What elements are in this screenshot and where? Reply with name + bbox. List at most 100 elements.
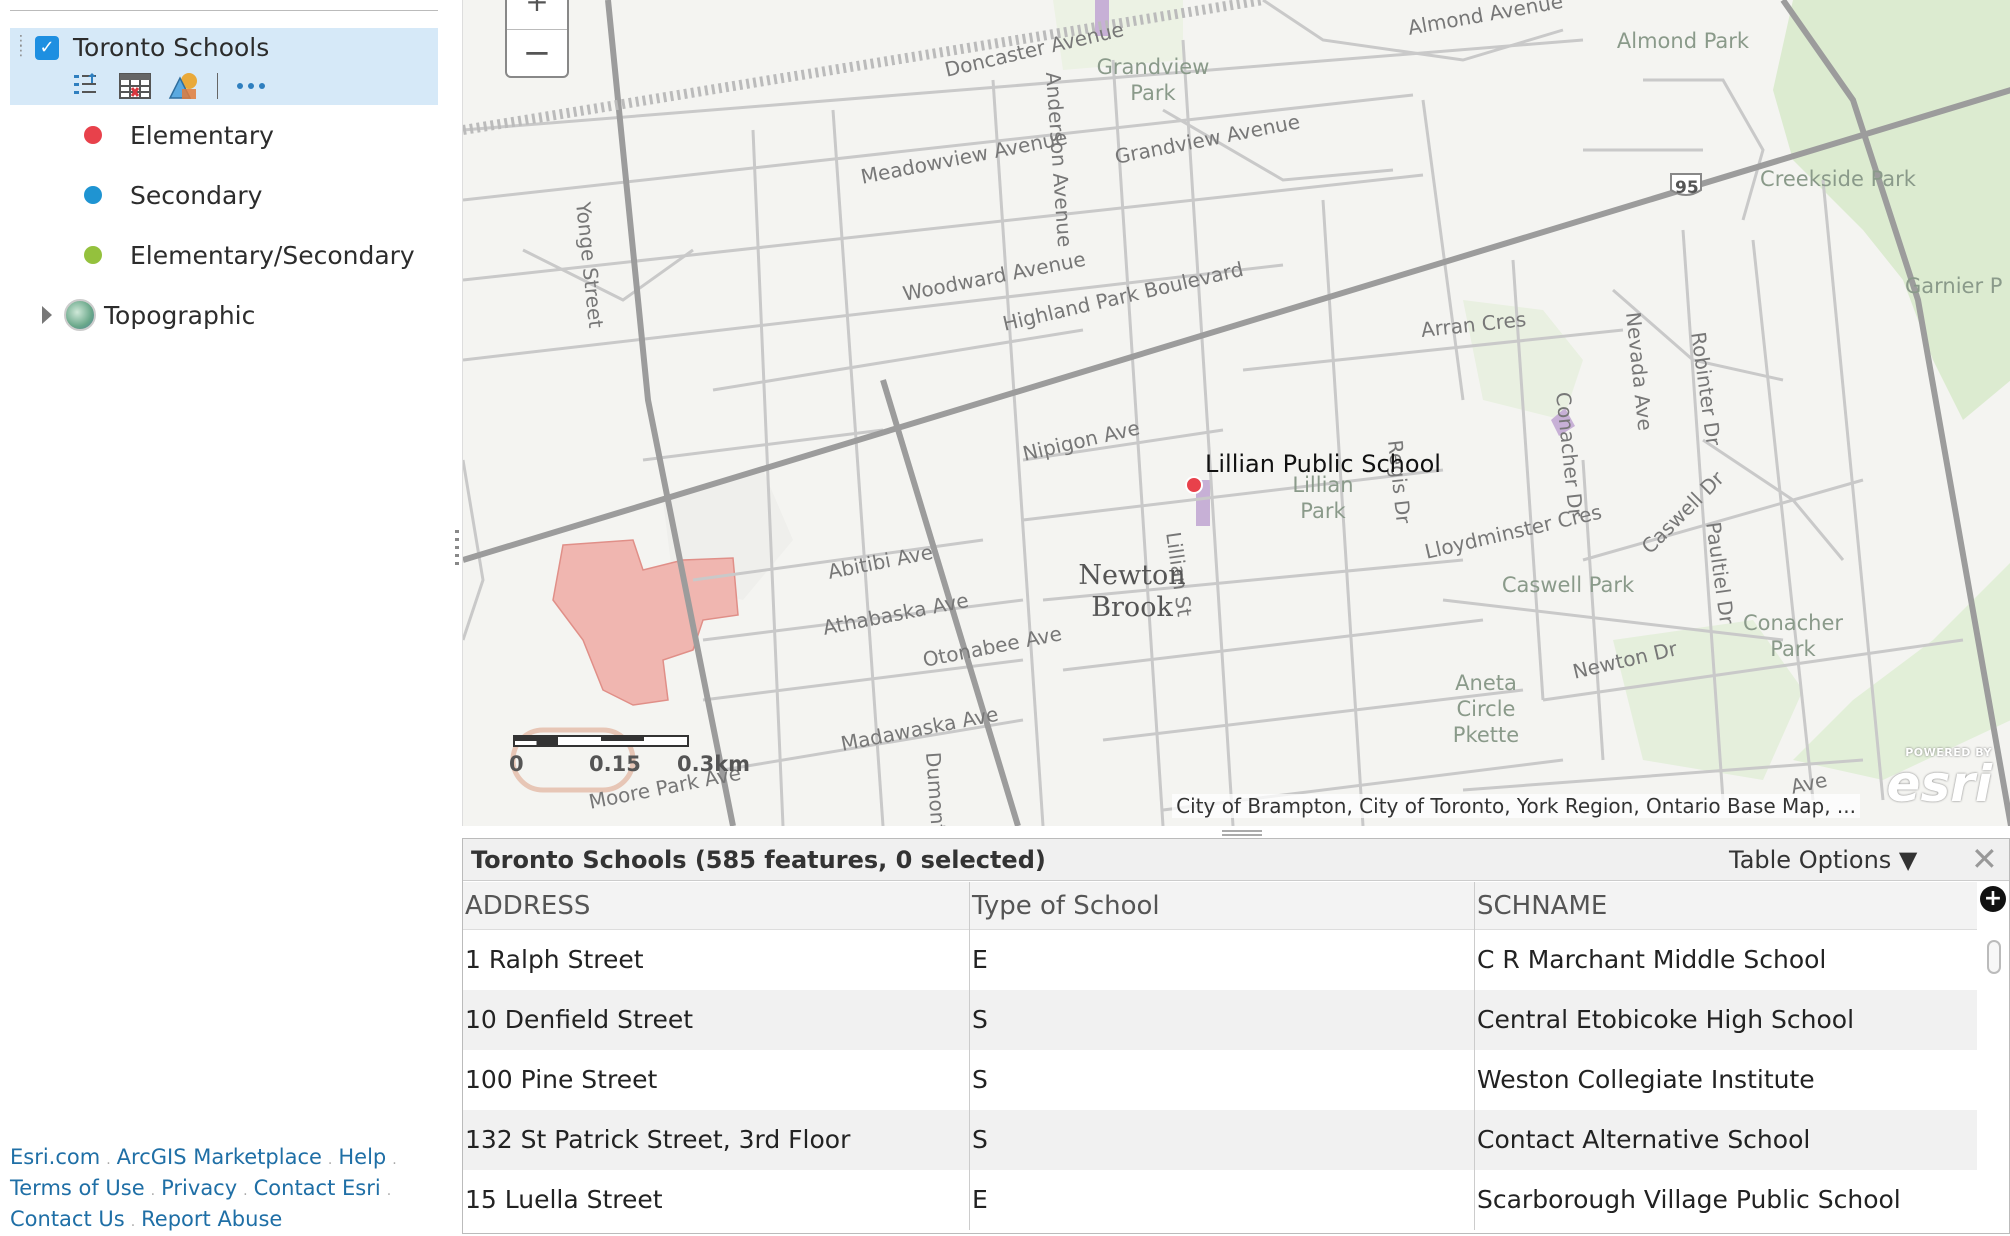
close-icon[interactable]: ✕: [1971, 843, 1998, 875]
table-icon[interactable]: [119, 70, 151, 102]
map-view[interactable]: Doncaster Avenue Almond Avenue Meadowvie…: [462, 0, 2010, 826]
zoom-control: + −: [505, 0, 569, 78]
esri-wordmark: esri: [1886, 755, 1992, 813]
legend-label: Secondary: [130, 180, 263, 210]
table-row[interactable]: 100 Pine Street S Weston Collegiate Inst…: [463, 1050, 1977, 1110]
styles-icon[interactable]: [168, 70, 200, 102]
cell-type: S: [970, 990, 1475, 1050]
link-contact-us[interactable]: Contact Us: [10, 1207, 125, 1231]
link-esri-com[interactable]: Esri.com: [10, 1145, 100, 1169]
link-help[interactable]: Help: [338, 1145, 386, 1169]
toolbar-divider: [217, 73, 218, 99]
basemap-thumbnail-icon: [64, 299, 96, 331]
layer-list-panel: ⋮ ⋮ ✓ Toronto Schools Elementary Secondar…: [0, 0, 452, 1234]
elementary-secondary-symbol-icon: [84, 246, 102, 264]
separator: .: [327, 1152, 333, 1168]
table-scrollbar[interactable]: [1981, 930, 2007, 1232]
column-header-address[interactable]: ADDRESS: [463, 882, 970, 930]
column-header-type-of-school[interactable]: Type of School: [970, 882, 1475, 930]
table-row[interactable]: 132 St Patrick Street, 3rd Floor S Conta…: [463, 1110, 1977, 1170]
separator: .: [243, 1183, 248, 1199]
cell-schname: Contact Alternative School: [1477, 1125, 1811, 1154]
table-body: 1 Ralph Street E C R Marchant Middle Sch…: [463, 930, 1977, 1230]
secondary-symbol-icon: [84, 186, 102, 204]
splitter-grip-icon: [455, 530, 459, 566]
legend-label: Elementary/Secondary: [130, 240, 415, 270]
separator: .: [130, 1214, 136, 1230]
cell-address: 100 Pine Street: [463, 1050, 970, 1110]
link-privacy[interactable]: Privacy: [161, 1176, 237, 1200]
map-attribution[interactable]: City of Brampton, City of Toronto, York …: [1172, 794, 1860, 818]
table-header-bar: Toronto Schools (585 features, 0 selecte…: [463, 839, 2009, 881]
table-row[interactable]: 15 Luella Street E Scarborough Village P…: [463, 1170, 1977, 1230]
legend-item-elementary: Elementary: [84, 118, 274, 152]
column-header-schname[interactable]: SCHNAME: [1475, 882, 1977, 930]
table-resize-handle[interactable]: [1222, 830, 1262, 836]
attribute-table: Toronto Schools (585 features, 0 selecte…: [462, 838, 2010, 1234]
table-options-menu[interactable]: Table Options ▼: [1729, 846, 1917, 874]
cell-schname: Scarborough Village Public School: [1477, 1185, 1901, 1214]
footer-links: Esri.com. ArcGIS Marketplace. Help. Terms …: [10, 1143, 440, 1236]
cell-address: 15 Luella Street: [463, 1170, 970, 1230]
scale-label-zero: 0: [509, 752, 524, 776]
cell-schname: C R Marchant Middle School: [1477, 945, 1827, 974]
esri-logo[interactable]: POWERED BY esri: [1874, 746, 1992, 816]
cell-type: E: [970, 1170, 1475, 1230]
cell-schname: Weston Collegiate Institute: [1477, 1065, 1815, 1094]
scale-label-mid: 0.15: [589, 752, 641, 776]
legend-item-secondary: Secondary: [84, 178, 262, 212]
school-marker-icon[interactable]: [1185, 476, 1203, 494]
link-terms-of-use[interactable]: Terms of Use: [10, 1176, 145, 1200]
legend-icon[interactable]: [70, 70, 102, 102]
link-contact-esri[interactable]: Contact Esri: [254, 1176, 381, 1200]
link-report-abuse[interactable]: Report Abuse: [141, 1207, 282, 1231]
scale-bar: 0 0.15 0.3km: [509, 735, 750, 787]
park-label: Conacher Park: [1742, 611, 1844, 661]
scrollbar-thumb[interactable]: [1987, 940, 2001, 974]
layer-toolbar: [70, 70, 267, 102]
cell-type: E: [970, 930, 1475, 990]
table-column-headers: ADDRESS Type of School SCHNAME: [463, 882, 1977, 930]
separator: .: [386, 1183, 392, 1199]
park-label: Garnier P: [1905, 274, 2003, 298]
cell-schname: Central Etobicoke High School: [1477, 1005, 1855, 1034]
separator: .: [150, 1183, 156, 1199]
separator: .: [106, 1152, 111, 1168]
table-title: Toronto Schools (585 features, 0 selecte…: [471, 846, 1046, 874]
scale-bar-graphic: [513, 735, 689, 747]
park-label: Lillian Park: [1292, 473, 1354, 523]
layer-item-toronto-schools[interactable]: ⋮ ⋮ ✓ Toronto Schools: [10, 28, 438, 105]
layer-item-topographic[interactable]: Topographic: [42, 297, 255, 333]
feature-label: Lillian Public School: [1205, 450, 1441, 478]
table-row[interactable]: 1 Ralph Street E C R Marchant Middle Sch…: [463, 930, 1977, 990]
cell-address: 10 Denfield Street: [463, 990, 970, 1050]
park-label: Creekside Park: [1760, 167, 1916, 191]
highway-shield-label: 95: [1675, 178, 1699, 198]
legend-item-elementary-secondary: Elementary/Secondary: [84, 238, 415, 272]
drag-handle-icon[interactable]: ⋮ ⋮: [14, 34, 28, 68]
zoom-out-button[interactable]: −: [507, 30, 567, 76]
panel-splitter[interactable]: [452, 0, 462, 1234]
divider: [10, 10, 438, 11]
more-icon[interactable]: [235, 70, 267, 102]
table-row[interactable]: 10 Denfield Street S Central Etobicoke H…: [463, 990, 1977, 1050]
park-label: Almond Park: [1616, 29, 1750, 53]
cell-address: 132 St Patrick Street, 3rd Floor: [463, 1110, 970, 1170]
layer-visibility-checkbox[interactable]: ✓: [35, 36, 59, 60]
cell-type: S: [970, 1110, 1475, 1170]
scale-label-end: 0.3km: [677, 752, 751, 776]
expand-arrow-icon[interactable]: [42, 306, 52, 324]
legend-label: Elementary: [130, 120, 274, 150]
park-label: Aneta Circle Pkette: [1452, 671, 1520, 747]
cell-address: 1 Ralph Street: [463, 930, 970, 990]
park-label: Grandview Park: [1096, 55, 1210, 105]
link-arcgis-marketplace[interactable]: ArcGIS Marketplace: [117, 1145, 322, 1169]
neighbourhood-label: Newton Brook: [1078, 560, 1186, 623]
park-label: Caswell Park: [1501, 573, 1635, 597]
zoom-in-button[interactable]: +: [507, 0, 567, 30]
layer-title: Toronto Schools: [73, 33, 270, 62]
separator: .: [392, 1152, 397, 1168]
elementary-symbol-icon: [84, 126, 102, 144]
add-column-icon[interactable]: +: [1980, 886, 2006, 912]
basemap-label: Topographic: [104, 300, 256, 330]
